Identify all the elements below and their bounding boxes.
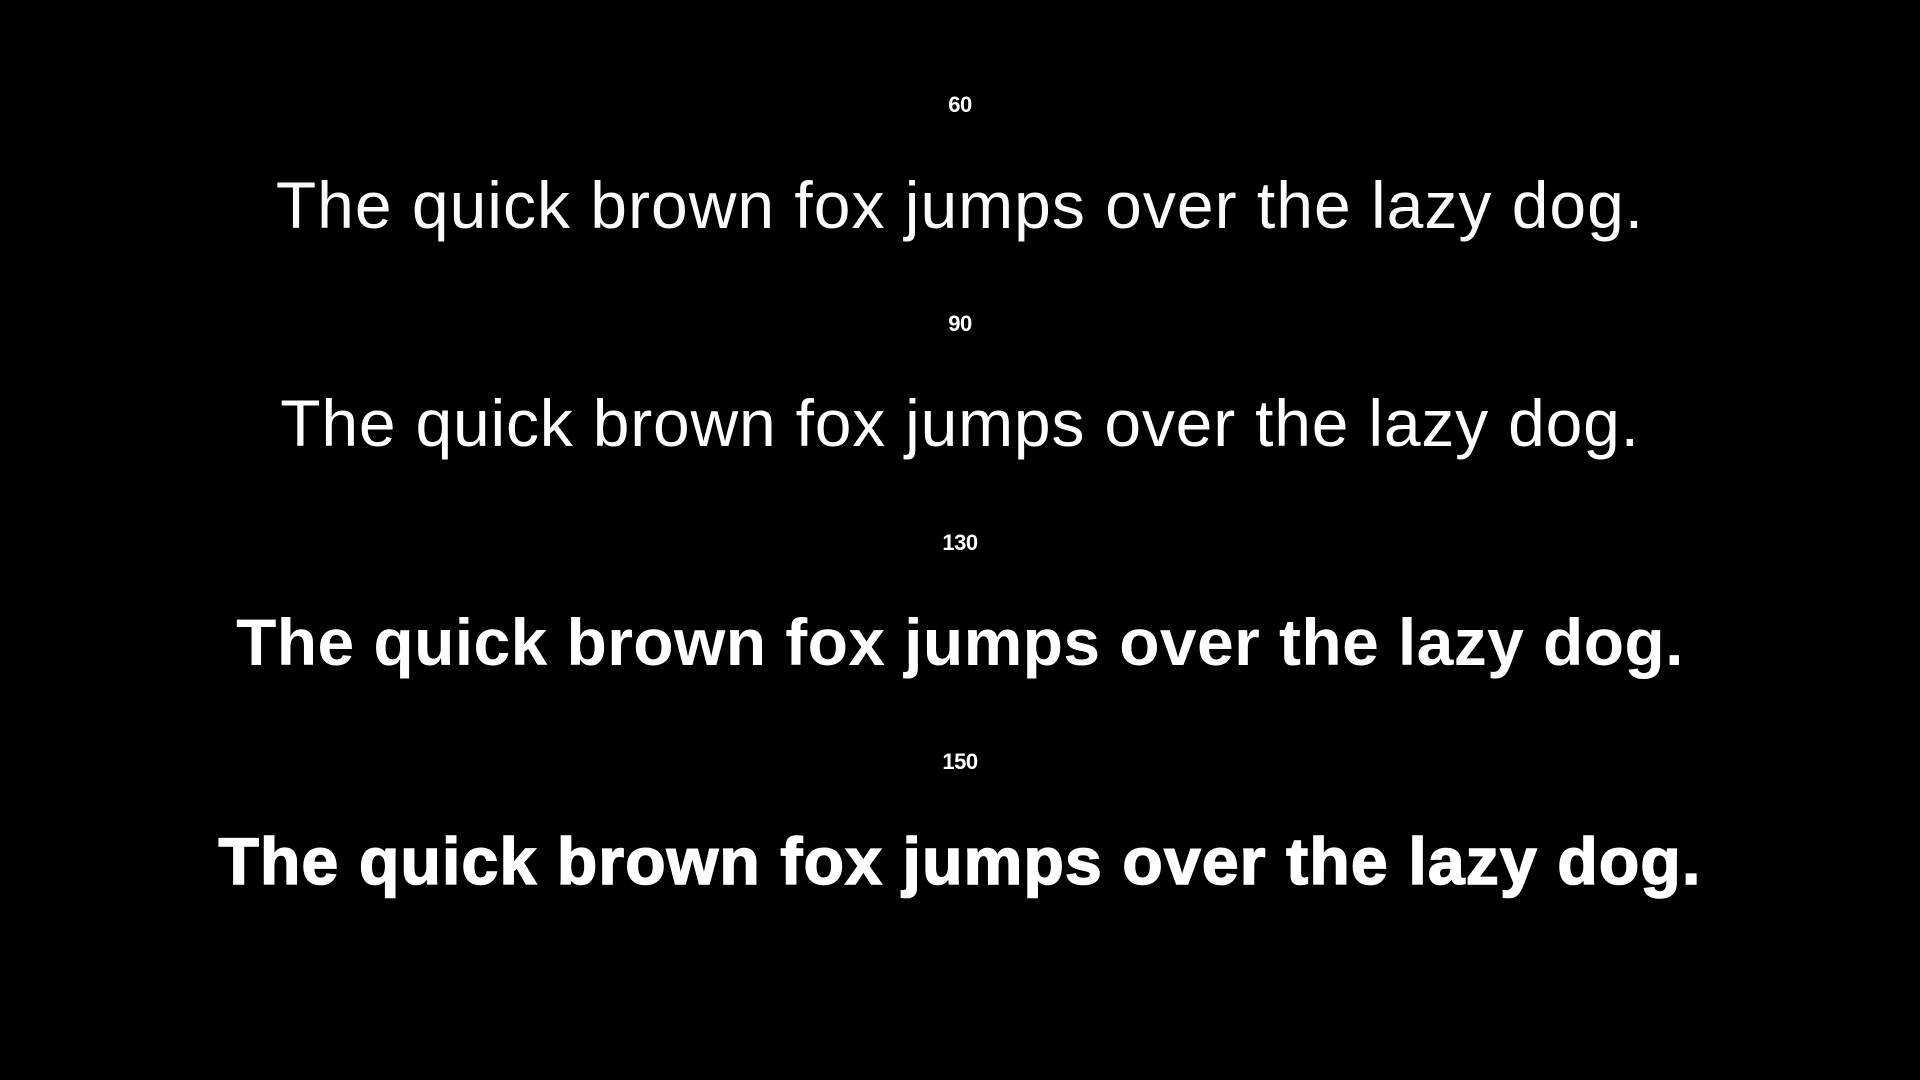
sample-sentence: The quick brown fox jumps over the lazy … <box>218 824 1702 898</box>
weight-label: 130 <box>942 530 978 555</box>
weight-label: 60 <box>948 92 972 117</box>
specimen-weight-60: 60 The quick brown fox jumps over the la… <box>0 92 1920 242</box>
specimen-weight-150: 150 The quick brown fox jumps over the l… <box>0 749 1920 898</box>
sample-sentence: The quick brown fox jumps over the lazy … <box>280 386 1640 460</box>
specimen-weight-90: 90 The quick brown fox jumps over the la… <box>0 311 1920 460</box>
weight-label: 150 <box>942 749 978 774</box>
weight-label: 90 <box>948 311 972 336</box>
sample-sentence: The quick brown fox jumps over the lazy … <box>275 168 1645 242</box>
type-specimen-canvas: 60 The quick brown fox jumps over the la… <box>0 0 1920 1080</box>
specimen-weight-130: 130 The quick brown fox jumps over the l… <box>0 530 1920 679</box>
sample-sentence: The quick brown fox jumps over the lazy … <box>236 605 1684 679</box>
